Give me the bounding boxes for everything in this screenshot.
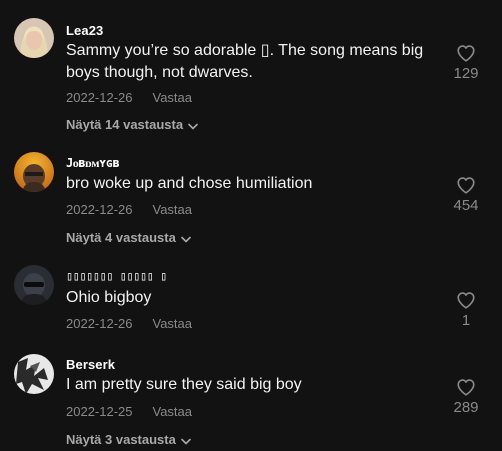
view-replies-label: Näytä 4 vastausta xyxy=(66,230,176,245)
like-control: 1 xyxy=(444,291,488,329)
comment-date: 2022-12-26 xyxy=(66,202,133,217)
comment-date: 2022-12-25 xyxy=(66,404,133,419)
comment-meta: 2022-12-26 Vastaa xyxy=(66,316,192,331)
like-count: 129 xyxy=(453,65,479,82)
comment-meta: 2022-12-26 Vastaa xyxy=(66,90,192,105)
like-control: 454 xyxy=(444,176,488,214)
avatar[interactable] xyxy=(14,18,54,58)
like-count: 289 xyxy=(453,399,479,416)
view-replies-label: Näytä 14 vastausta xyxy=(66,117,184,132)
reply-button[interactable]: Vastaa xyxy=(153,316,193,331)
view-replies-button[interactable]: Näytä 3 vastausta xyxy=(66,432,191,448)
comment-meta: 2022-12-26 Vastaa xyxy=(66,202,192,217)
comment-meta: 2022-12-25 Vastaa xyxy=(66,404,192,419)
comment-text-line: bro woke up and chose humiliation xyxy=(66,175,313,192)
comment-date: 2022-12-26 xyxy=(66,316,133,331)
heart-outline-icon[interactable] xyxy=(456,44,476,62)
comment-text: I am pretty sure they said big boy xyxy=(66,374,446,396)
avatar[interactable] xyxy=(14,354,54,394)
chevron-down-icon xyxy=(188,118,198,133)
heart-outline-icon[interactable] xyxy=(456,176,476,194)
avatar-image xyxy=(14,354,54,394)
avatar[interactable] xyxy=(14,265,54,305)
like-count: 454 xyxy=(453,197,479,214)
avatar[interactable] xyxy=(14,152,54,192)
comment-text-line: I am pretty sure they said big boy xyxy=(66,376,302,393)
comment-text-line: Ohio bigboy xyxy=(66,289,152,306)
like-count: 1 xyxy=(461,312,471,329)
chevron-down-icon xyxy=(181,433,191,448)
reply-button[interactable]: Vastaa xyxy=(153,90,193,105)
heart-outline-icon[interactable] xyxy=(456,291,476,309)
comment-date: 2022-12-26 xyxy=(66,90,133,105)
reply-button[interactable]: Vastaa xyxy=(153,202,193,217)
chevron-down-icon xyxy=(181,231,191,246)
comment-text: Sammy you’re so adorable ▯. The song mea… xyxy=(66,40,446,84)
avatar-image xyxy=(14,18,54,58)
like-control: 289 xyxy=(444,378,488,416)
view-replies-label: Näytä 3 vastausta xyxy=(66,432,176,447)
reply-button[interactable]: Vastaa xyxy=(153,404,193,419)
like-control: 129 xyxy=(444,44,488,82)
comment-username[interactable]: ▯▯▯▯▯▯▯ ▯▯▯▯▯ ▯ xyxy=(66,269,167,283)
comment-text: Ohio bigboy xyxy=(66,287,446,309)
view-replies-button[interactable]: Näytä 4 vastausta xyxy=(66,230,191,246)
avatar-image xyxy=(14,152,54,192)
heart-outline-icon[interactable] xyxy=(456,378,476,396)
comment-username[interactable]: Jᴏʙᴅᴍʏɢʙ xyxy=(66,156,120,171)
comment-username[interactable]: Berserk xyxy=(66,357,115,372)
comment-text-line: boys though, not dwarves. xyxy=(66,64,253,81)
view-replies-button[interactable]: Näytä 14 vastausta xyxy=(66,117,198,133)
comment-username[interactable]: Lea23 xyxy=(66,23,103,38)
comment-text-line: Sammy you’re so adorable ▯. The song mea… xyxy=(66,42,424,59)
avatar-image xyxy=(14,265,54,305)
comment-text: bro woke up and chose humiliation xyxy=(66,173,446,195)
